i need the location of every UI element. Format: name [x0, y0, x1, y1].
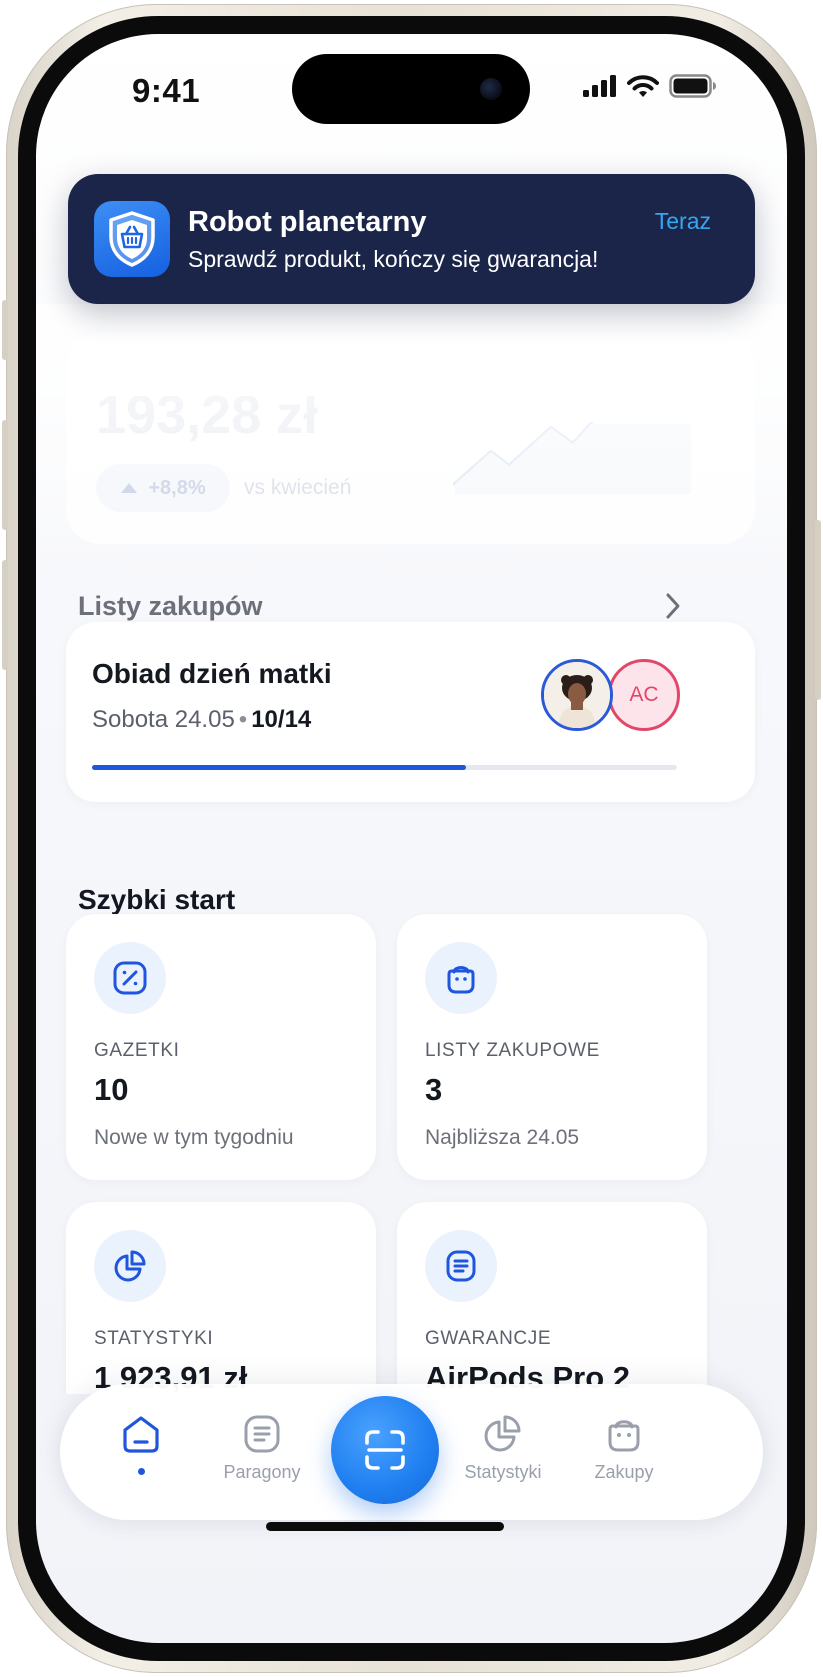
camera-icon: [480, 78, 502, 100]
tab-statystyki[interactable]: Statystyki: [448, 1412, 558, 1483]
list-progress-bar: [92, 765, 677, 770]
volume-up-button: [2, 420, 8, 530]
shopping-bag-icon: [608, 1420, 640, 1452]
receipt-icon: [425, 1230, 497, 1302]
list-progress-fill: [92, 765, 467, 770]
scan-icon: [365, 1430, 405, 1470]
status-icons: [583, 74, 717, 98]
pie-chart-icon: [484, 1415, 521, 1452]
shield-basket-icon: [94, 201, 170, 277]
tile-statystyki[interactable]: STATYSTYKI 1 923,91 zł: [66, 1202, 376, 1394]
section-title-quick-start: Szybki start: [78, 884, 236, 915]
list-count: 10/14: [251, 706, 312, 733]
avatar-photo: [541, 659, 613, 731]
tile-listy-zakupowe[interactable]: LISTY ZAKUPOWE 3 Najbliższa 24.05: [397, 914, 707, 1180]
notification-body: Sprawdź produkt, kończy się gwarancja!: [188, 246, 599, 272]
notification-time: Teraz: [654, 208, 711, 234]
wifi-icon: [627, 74, 659, 97]
home-icon: [123, 1416, 159, 1453]
list-date: Sobota 24.05: [92, 706, 235, 733]
tab-label: Zakupy: [594, 1462, 654, 1482]
trend-chart-icon: [453, 422, 691, 494]
tab-home[interactable]: [86, 1412, 196, 1475]
receipt-icon: [244, 1415, 280, 1453]
notification-banner[interactable]: Robot planetarny Sprawdź produkt, kończy…: [68, 174, 755, 304]
change-value: +8,8%: [148, 476, 206, 499]
comparison-label: vs kwiecień: [244, 476, 352, 499]
status-time: 9:41: [132, 72, 201, 109]
tile-subtitle: Nowe w tym tygodniu: [94, 1126, 294, 1149]
active-tab-indicator: [137, 1468, 145, 1475]
tile-subtitle: Najbliższa 24.05: [425, 1126, 580, 1149]
tab-label: Paragony: [223, 1462, 301, 1482]
separator-dot: •: [238, 706, 248, 733]
list-title: Obiad dzień matki: [92, 658, 332, 689]
notification-title: Robot planetarny: [188, 206, 427, 238]
arrow-up-icon: [120, 477, 138, 500]
section-title-shopping-lists: Listy zakupów: [78, 591, 263, 621]
screen: 193,28 zł +8,8% vs kwiecień Listy zakupó…: [36, 34, 787, 1643]
shopping-bag-icon: [425, 942, 497, 1014]
tab-label: Statystyki: [464, 1462, 542, 1482]
tile-gazetki[interactable]: GAZETKI 10 Nowe w tym tygodniu: [66, 914, 376, 1180]
battery-icon: [669, 74, 716, 98]
tab-zakupy[interactable]: Zakupy: [569, 1412, 679, 1483]
change-badge: +8,8%: [96, 464, 230, 512]
avatar-ac: AC: [608, 659, 680, 731]
scan-button[interactable]: [331, 1396, 439, 1504]
list-subtitle: Sobota 24.05 • 10/14: [92, 706, 311, 734]
tab-paragony[interactable]: Paragony: [207, 1412, 317, 1483]
tile-value: 10: [94, 1072, 129, 1107]
tile-gwarancje[interactable]: GWARANCJE AirPods Pro 2: [397, 1202, 707, 1394]
discount-icon: [94, 942, 166, 1014]
phone-mockup: 193,28 zł +8,8% vs kwiecień Listy zakupó…: [0, 0, 823, 1677]
chevron-right-icon[interactable]: [662, 591, 684, 621]
dynamic-island: [292, 54, 530, 124]
tile-label: GWARANCJE: [425, 1328, 552, 1349]
user-portrait-icon: [544, 662, 610, 728]
tile-label: GAZETKI: [94, 1040, 180, 1061]
action-button: [2, 300, 8, 360]
volume-down-button: [2, 560, 8, 670]
home-indicator: [266, 1522, 504, 1531]
tile-label: STATYSTYKI: [94, 1328, 214, 1349]
tile-label: LISTY ZAKUPOWE: [425, 1040, 600, 1061]
pie-chart-icon: [94, 1230, 166, 1302]
tile-value: 3: [425, 1072, 443, 1107]
power-button: [815, 520, 821, 700]
signal-icon: [583, 75, 616, 97]
